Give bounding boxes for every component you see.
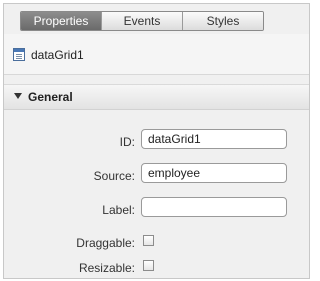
- label-label: Label:: [102, 203, 135, 217]
- field-resizable-row: Resizable:: [4, 255, 309, 281]
- resizable-checkbox[interactable]: [143, 260, 154, 271]
- draggable-checkbox[interactable]: [143, 235, 154, 246]
- field-source-row: Source: employee: [4, 163, 309, 189]
- tab-events[interactable]: Events: [102, 12, 183, 30]
- label-input[interactable]: [141, 197, 287, 217]
- field-id-row: ID: dataGrid1: [4, 129, 309, 155]
- field-label-row: Label:: [4, 197, 309, 223]
- field-draggable-row: Draggable:: [4, 230, 309, 256]
- draggable-label: Draggable:: [76, 236, 135, 250]
- tab-properties[interactable]: Properties: [21, 12, 102, 30]
- panel-tabs: Properties Events Styles: [20, 11, 264, 31]
- component-header: dataGrid1: [4, 34, 309, 75]
- section-title: General: [28, 90, 73, 104]
- source-input[interactable]: employee: [141, 163, 287, 183]
- id-input[interactable]: dataGrid1: [141, 129, 287, 149]
- component-name: dataGrid1: [31, 48, 84, 62]
- source-label: Source:: [93, 169, 135, 183]
- id-label: ID:: [119, 135, 135, 149]
- resizable-label: Resizable:: [78, 261, 135, 275]
- expand-triangle-icon[interactable]: [14, 93, 22, 99]
- datagrid-icon: [13, 48, 25, 61]
- section-general-header[interactable]: General: [4, 84, 309, 110]
- tab-styles[interactable]: Styles: [183, 12, 263, 30]
- properties-panel: Properties Events Styles dataGrid1 Gener…: [3, 3, 310, 279]
